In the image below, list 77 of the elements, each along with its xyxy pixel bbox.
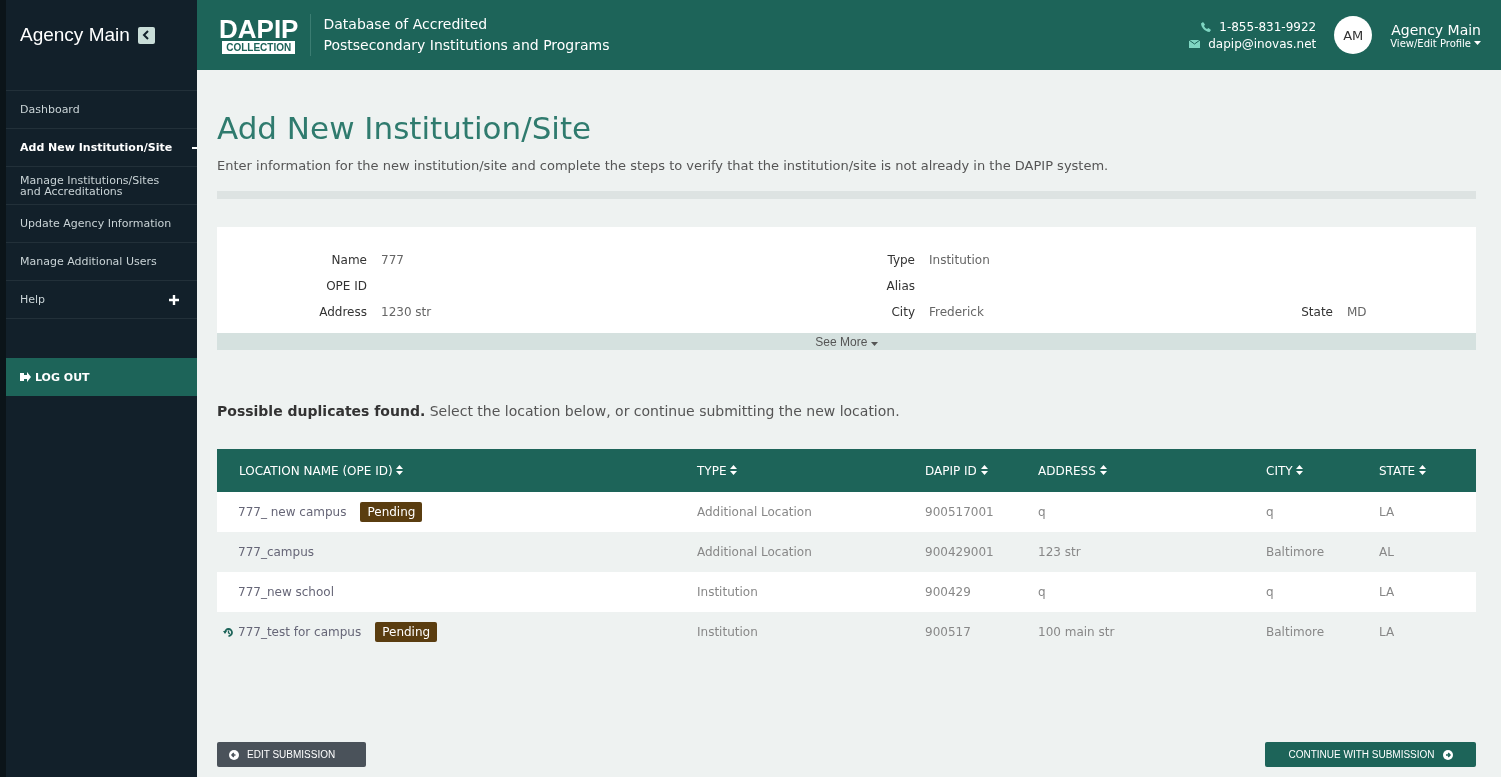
sidebar-item[interactable]: Manage Institutions/Sites and Accreditations <box>6 167 197 205</box>
sidebar-item[interactable]: Add New Institution/Site <box>6 129 197 167</box>
table-cell: AL <box>1357 532 1476 572</box>
duplicates-message: Possible duplicates found. Select the location below, or continue submitting the new location. <box>217 403 901 419</box>
table-cell: 900517001 <box>903 492 1016 532</box>
chevron-left-icon <box>142 30 151 40</box>
sidebar-item[interactable]: Manage Additional Users <box>6 243 197 281</box>
status-badge: Pending <box>360 502 423 522</box>
site-title: Database of Accredited Postsecondary Institutions and Programs <box>310 14 610 56</box>
user-name: Agency Main <box>1391 21 1481 38</box>
sidebar-item[interactable]: Help <box>6 281 197 319</box>
field-label: Type <box>886 253 915 267</box>
sort-icon <box>980 464 988 475</box>
avatar[interactable]: AM <box>1334 16 1373 54</box>
field-label: Address <box>318 305 367 319</box>
field-label: Alias <box>885 279 915 293</box>
field-label: State <box>1300 305 1333 319</box>
table-cell: 900429 <box>903 572 1016 612</box>
logout-icon <box>20 372 31 382</box>
table-cell: LA <box>1357 492 1476 532</box>
plus-icon <box>169 294 179 305</box>
column-header[interactable]: STATE <box>1357 449 1476 492</box>
phone-icon <box>1201 21 1212 32</box>
phone-number: 1-855-831-9922 <box>1219 19 1317 34</box>
caret-icon <box>870 341 878 346</box>
sort-icon <box>1419 464 1427 475</box>
field-value: 777 <box>381 253 405 267</box>
column-header[interactable]: DAPIP ID <box>903 449 1016 492</box>
sort-icon <box>730 464 738 475</box>
table-cell: Additional Location <box>675 532 903 572</box>
field-label: City <box>890 305 915 319</box>
location-link[interactable]: 777_new school <box>238 585 334 599</box>
table-cell: Institution <box>675 572 903 612</box>
field-value: MD <box>1347 305 1368 319</box>
field-value: 1230 str <box>381 305 433 319</box>
column-header[interactable]: LOCATION NAME (OPE ID) <box>217 449 675 492</box>
envelope-icon <box>1189 39 1201 48</box>
arrow-left-icon <box>229 749 239 760</box>
field-value: Frederick <box>929 305 985 319</box>
app-title: Agency Main <box>20 24 130 46</box>
location-link[interactable]: 777_ new campus <box>238 505 347 519</box>
sort-icon <box>396 464 404 475</box>
column-header[interactable]: CITY <box>1244 449 1357 492</box>
table-cell: q <box>1244 492 1357 532</box>
sort-icon <box>1296 464 1304 475</box>
location-link[interactable]: 777_campus <box>238 545 315 559</box>
page-title: Add New Institution/Site <box>217 110 593 146</box>
field-label: OPE ID <box>325 279 367 293</box>
status-badge: Pending <box>375 622 438 642</box>
table-cell: q <box>1244 572 1357 612</box>
sort-icon <box>1099 464 1107 475</box>
column-header[interactable]: ADDRESS <box>1016 449 1244 492</box>
location-link[interactable]: 777_test for campus <box>238 625 362 639</box>
table-cell: 123 str <box>1016 532 1244 572</box>
logout-button[interactable]: LOG OUT <box>6 358 197 396</box>
continue-button[interactable]: CONTINUE WITH SUBMISSION <box>1265 742 1476 767</box>
history-icon <box>223 626 234 638</box>
table-cell: Additional Location <box>675 492 903 532</box>
page-description: Enter information for the new institution/site and complete the steps to verify that the institution/site is not already in the DAPIP system. <box>217 158 1110 173</box>
table-cell: LA <box>1357 572 1476 612</box>
sidebar-item[interactable]: Dashboard <box>6 91 197 129</box>
profile-link[interactable]: View/Edit Profile <box>1390 37 1481 49</box>
table-cell: q <box>1016 572 1244 612</box>
field-label: Name <box>330 253 367 267</box>
email-address: dapip@inovas.net <box>1208 36 1317 51</box>
sidebar-item[interactable]: Update Agency Information <box>6 205 197 243</box>
caret-icon <box>1474 41 1481 45</box>
table-cell: q <box>1016 492 1244 532</box>
see-more-button[interactable]: See More <box>217 333 1476 350</box>
column-header[interactable]: TYPE <box>675 449 903 492</box>
table-cell: Baltimore <box>1244 532 1357 572</box>
table-cell: 900429001 <box>903 532 1016 572</box>
logo: DAPIP COLLECTION <box>219 16 299 54</box>
arrow-right-icon <box>1442 749 1453 760</box>
collapse-button[interactable] <box>137 26 155 44</box>
edit-submission-button[interactable]: EDIT SUBMISSION <box>217 742 366 767</box>
field-value: Institution <box>929 253 991 267</box>
